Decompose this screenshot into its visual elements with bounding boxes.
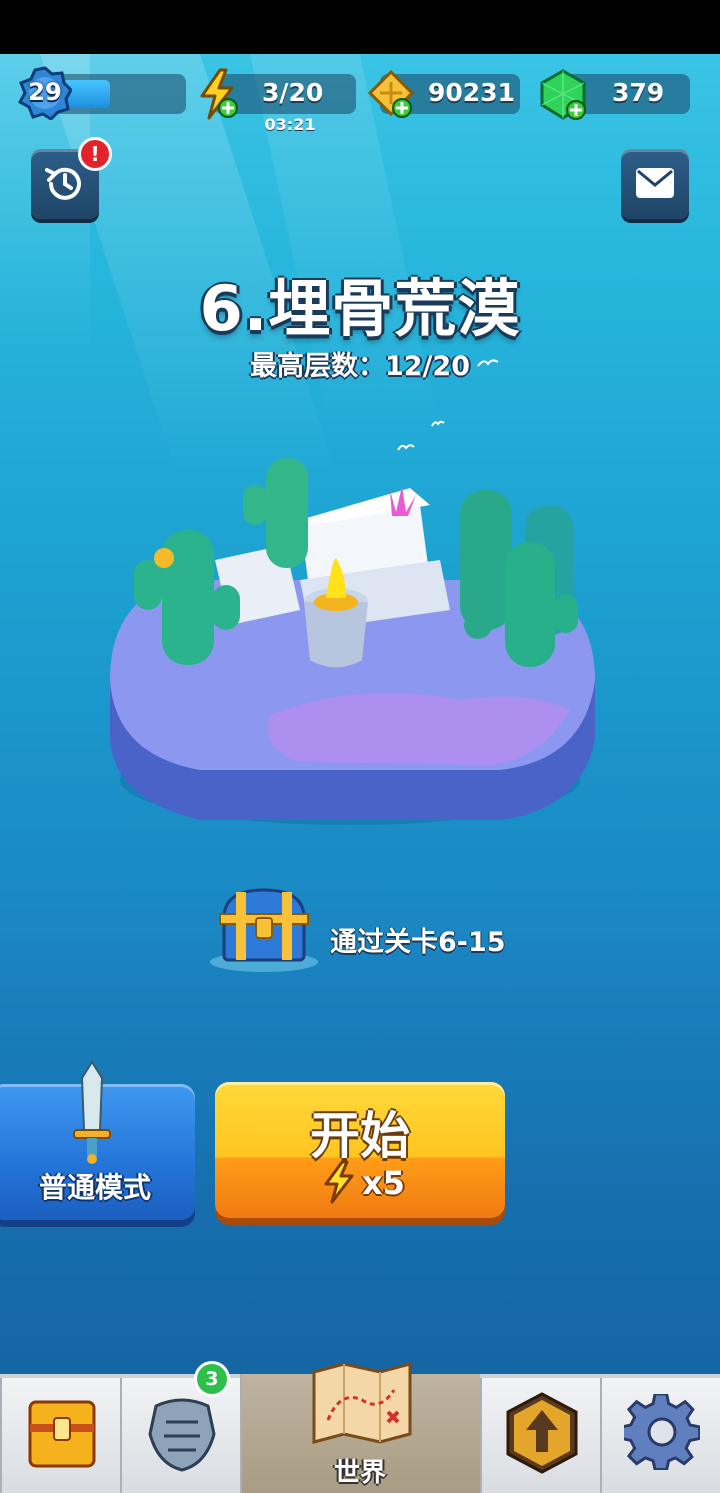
lightning-icon xyxy=(324,1160,354,1204)
stage-island-illustration[interactable] xyxy=(100,450,600,840)
nav-tab-equipment[interactable] xyxy=(120,1378,240,1493)
armor-icon xyxy=(148,1398,216,1472)
treasure-chest-icon[interactable] xyxy=(206,884,322,976)
status-bar xyxy=(0,0,720,54)
history-icon xyxy=(45,167,81,200)
energy-timer: 03:21 xyxy=(264,115,316,134)
gem-icon xyxy=(540,69,586,120)
mail-icon xyxy=(636,168,674,198)
mail-button[interactable] xyxy=(621,149,689,219)
seagull-icon xyxy=(477,359,499,367)
coin-icon xyxy=(367,69,415,118)
nav-world-label: 世界 xyxy=(333,1458,386,1488)
nav-tab-settings[interactable] xyxy=(600,1378,720,1493)
energy-value: 3/20 xyxy=(262,78,324,107)
energy-icon xyxy=(200,68,238,120)
nav-tab-upgrade[interactable] xyxy=(480,1378,600,1493)
equipment-badge: 3 xyxy=(194,1361,230,1397)
history-alert-badge: ! xyxy=(78,137,112,171)
nav-tab-shop[interactable] xyxy=(0,1378,120,1493)
stage-title: 6.埋骨荒漠 xyxy=(199,272,521,345)
reward-requirement-text: 通过关卡6-15 xyxy=(330,927,506,958)
start-button-label: 开始 xyxy=(310,1107,410,1165)
normal-mode-label: 普通模式 xyxy=(38,1171,151,1204)
upgrade-icon xyxy=(506,1392,578,1474)
player-level: 29 xyxy=(28,78,62,106)
coin-value: 90231 xyxy=(428,78,515,107)
gem-value: 379 xyxy=(612,78,665,107)
best-floor-text: 最高层数：12/20 xyxy=(249,351,470,382)
chest-nav-icon xyxy=(28,1400,96,1468)
settings-icon xyxy=(624,1394,700,1470)
map-icon xyxy=(312,1362,412,1444)
start-cost-label: x5 xyxy=(362,1164,405,1202)
sword-icon xyxy=(73,1060,111,1164)
seagull-icon xyxy=(431,420,445,427)
level-badge[interactable]: 29 xyxy=(17,66,73,121)
